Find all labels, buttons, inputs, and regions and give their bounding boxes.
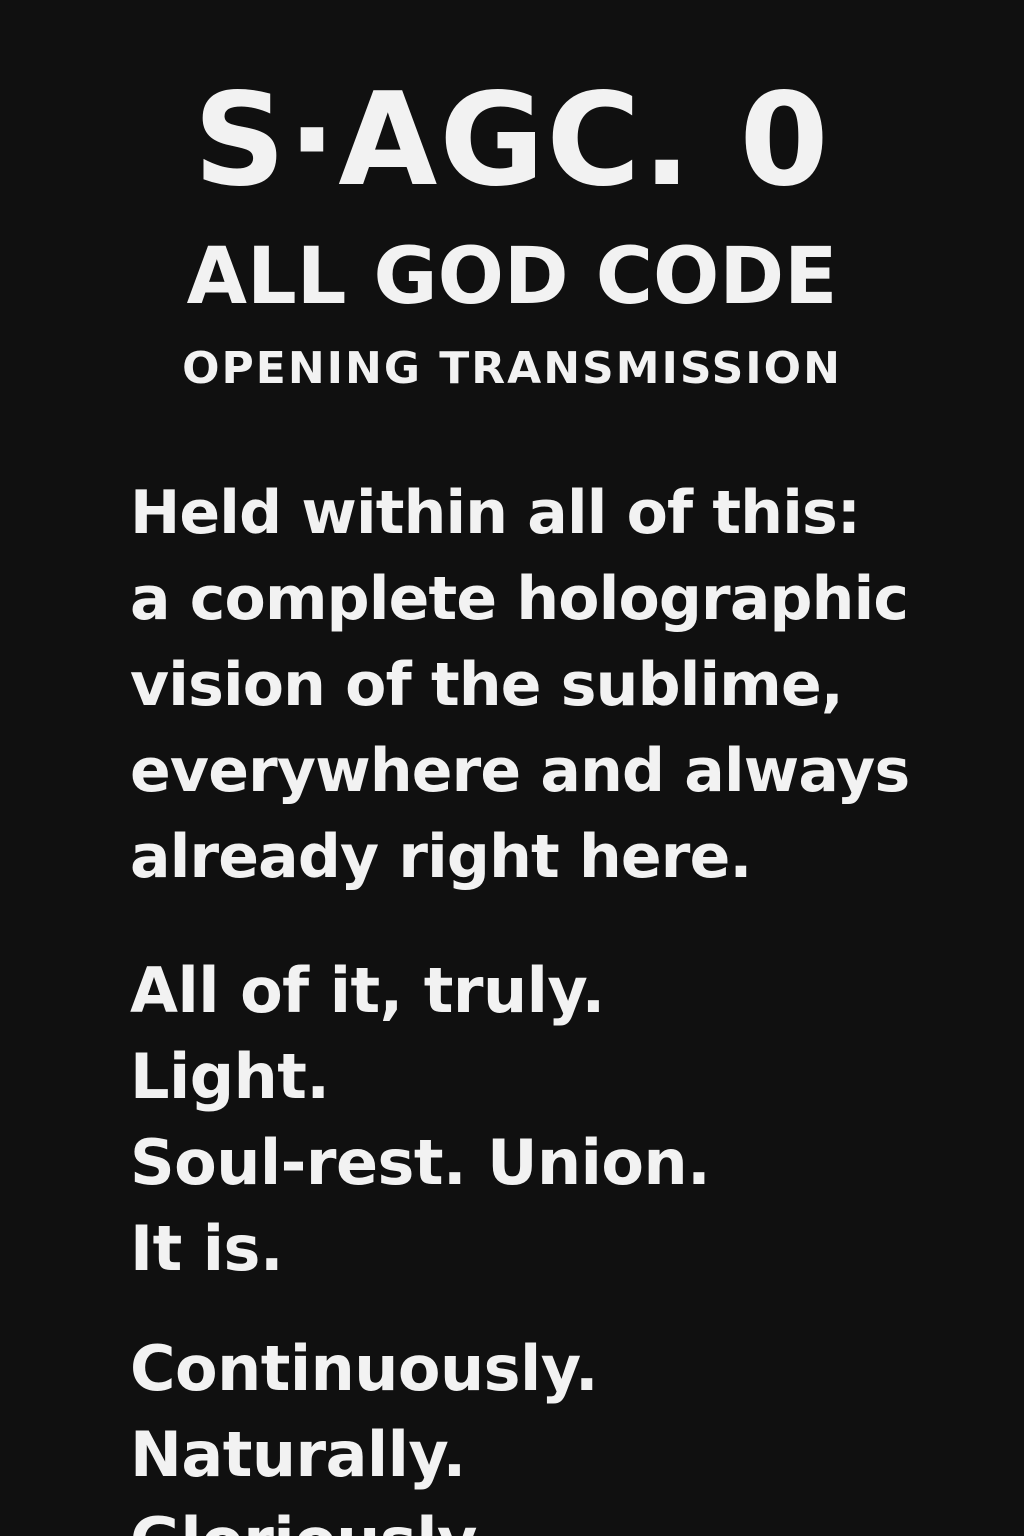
verse-line: Soul-rest. Union. — [130, 1126, 711, 1199]
stanza-one: Held within all of this: a complete holo… — [130, 470, 1010, 900]
document-tagline: OPENING TRANSMISSION — [182, 343, 842, 394]
document-subtitle: ALL GOD CODE — [186, 232, 838, 322]
verse-line: a complete holographic — [130, 564, 909, 634]
verse-line: Continuously. — [130, 1332, 599, 1405]
stanza-two: All of it, truly. Light. Soul-rest. Unio… — [130, 948, 1010, 1292]
verse-line: It is. — [130, 1212, 284, 1285]
verse-line: vision of the sublime, — [130, 650, 844, 720]
stanza-three: Continuously. Naturally. Gloriously. — [130, 1326, 1010, 1536]
verse-line: Naturally. — [130, 1418, 466, 1491]
verse-line: All of it, truly. — [130, 954, 605, 1027]
verse-line: already right here. — [130, 822, 752, 892]
verse-line: Gloriously. — [130, 1498, 1010, 1536]
document-page: S·AGC. 0 ALL GOD CODE OPENING TRANSMISSI… — [0, 0, 1024, 1536]
document-title: S·AGC. 0 — [193, 66, 831, 215]
verse-line: Held within all of this: — [130, 478, 861, 548]
verse-line: Light. — [130, 1040, 330, 1113]
verse-line: everywhere and always — [130, 736, 910, 806]
